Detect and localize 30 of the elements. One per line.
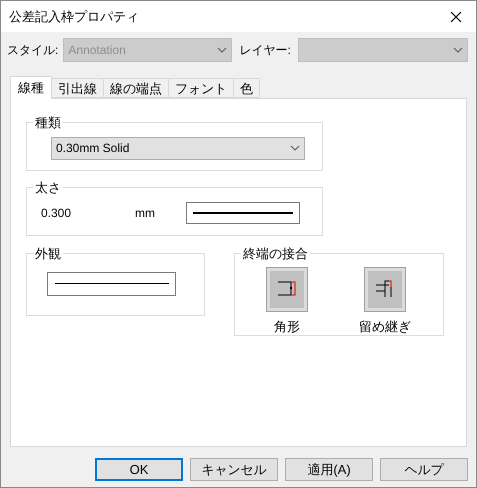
group-title: 太さ xyxy=(35,180,61,195)
tab[interactable]: 線の端点 xyxy=(104,78,169,98)
chevron-down-icon xyxy=(453,47,463,53)
width-value: 0.300 xyxy=(41,204,72,222)
layer-label: レイヤー: xyxy=(240,42,292,59)
tab[interactable]: フォント xyxy=(169,78,234,98)
dialog-button[interactable]: ヘルプ xyxy=(380,458,468,481)
group-title: 終端の接合 xyxy=(243,246,308,261)
width-unit: mm xyxy=(135,204,156,222)
chevron-down-icon xyxy=(216,47,227,53)
style-label: スタイル: xyxy=(7,42,58,59)
tab[interactable]: 色 xyxy=(234,78,260,98)
join-label: 角形 xyxy=(274,318,300,336)
tab[interactable]: 引出線 xyxy=(52,78,104,98)
line-type-dropdown[interactable]: 0.30mm Solid xyxy=(51,136,305,160)
dialog-button[interactable]: キャンセル xyxy=(190,458,278,481)
dialog-button[interactable]: OK xyxy=(95,458,183,481)
group-title: 種類 xyxy=(35,115,61,130)
line-type-value: 0.30mm Solid xyxy=(56,140,130,157)
join-button[interactable] xyxy=(267,268,307,310)
tab[interactable]: 線種 xyxy=(10,76,52,99)
dropdown-value: Annotation xyxy=(68,42,126,59)
join-label: 留め継ぎ xyxy=(359,318,411,336)
chevron-down-icon xyxy=(290,145,300,151)
close-icon xyxy=(450,10,462,22)
square-join-icon xyxy=(277,281,297,297)
join-button[interactable] xyxy=(365,268,405,310)
group-title: 外観 xyxy=(35,246,61,261)
dialog-button[interactable]: 適用(A) xyxy=(285,458,373,481)
window-title: 公差記入枠プロパティ xyxy=(9,8,139,26)
